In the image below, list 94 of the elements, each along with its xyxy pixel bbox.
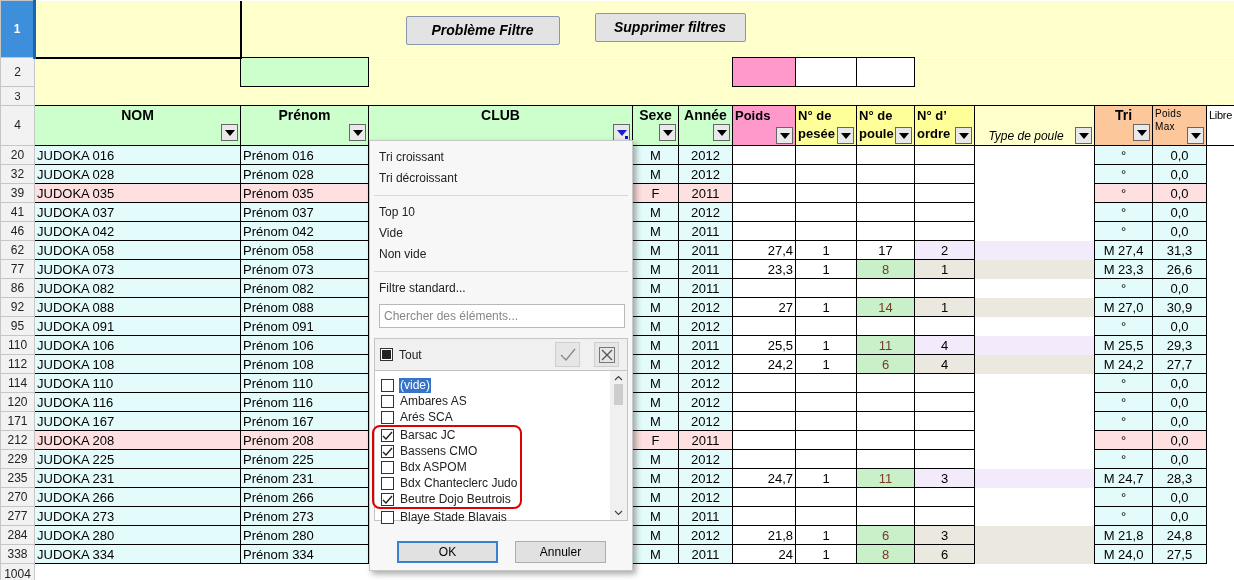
- chevron-down-icon[interactable]: [614, 510, 623, 516]
- checkbox[interactable]: [381, 378, 394, 392]
- caret-icon: [840, 132, 851, 139]
- caret-icon: [958, 132, 969, 139]
- table-cell: 1: [795, 468, 857, 488]
- dialog-button[interactable]: OK: [397, 541, 498, 563]
- menu-item[interactable]: Vide: [370, 223, 632, 244]
- checkbox[interactable]: [381, 492, 394, 506]
- column-header[interactable]: Année: [678, 105, 733, 146]
- table-cell: 27: [732, 297, 796, 317]
- column-header[interactable]: Libre: [1206, 105, 1234, 146]
- table-cell: 1: [795, 525, 857, 545]
- table-cell: 1: [795, 297, 857, 317]
- caret-icon: [779, 132, 790, 139]
- column-header[interactable]: Type de poule: [974, 105, 1095, 146]
- filter-value[interactable]: Barsac JC: [399, 427, 457, 443]
- filter-dropdown-button[interactable]: [1187, 127, 1204, 144]
- menu-item[interactable]: Tri décroissant: [370, 168, 632, 189]
- sheet-button[interactable]: Supprimer filtres: [594, 12, 746, 42]
- column-header[interactable]: N° de pesée: [795, 105, 857, 146]
- checkbox[interactable]: [380, 348, 393, 361]
- table-cell: 1: [795, 240, 857, 260]
- filter-value[interactable]: Bdx ASPOM: [399, 459, 468, 475]
- row-header[interactable]: 4: [0, 105, 35, 146]
- checkbox[interactable]: [381, 476, 394, 490]
- filter-dropdown-button[interactable]: [955, 127, 972, 144]
- table-cell: 25,5: [732, 335, 796, 355]
- checkbox[interactable]: [381, 428, 394, 442]
- checkbox[interactable]: [381, 394, 394, 408]
- input-cell[interactable]: [732, 57, 796, 87]
- checkbox[interactable]: [381, 460, 394, 474]
- menu-item[interactable]: Non vide: [370, 244, 632, 265]
- menu-item[interactable]: Tri croissant: [370, 147, 632, 168]
- check-icon: [559, 347, 576, 362]
- column-header[interactable]: N° de poule: [856, 105, 915, 146]
- column-header[interactable]: N° d’ ordre: [914, 105, 975, 146]
- caret-icon: [716, 129, 727, 136]
- checkbox[interactable]: [381, 510, 394, 524]
- selected-cell[interactable]: [34, 0, 241, 58]
- filter-value[interactable]: (vide): [399, 377, 431, 393]
- table-cell: 1: [795, 335, 857, 355]
- scrollbar[interactable]: [610, 371, 627, 520]
- caret-icon: [662, 129, 673, 136]
- column-header[interactable]: Poids: [732, 105, 796, 146]
- input-cell[interactable]: [856, 57, 915, 87]
- filter-dropdown-button[interactable]: [776, 127, 793, 144]
- menu-item[interactable]: Filtre standard...: [370, 278, 632, 299]
- filter-dropdown-button[interactable]: [221, 124, 238, 141]
- filter-value[interactable]: Arés SCA: [399, 409, 454, 425]
- column-header[interactable]: Poids Max: [1152, 105, 1207, 146]
- table-cell: 1: [795, 259, 857, 279]
- caret-icon: [898, 132, 909, 139]
- column-header[interactable]: Prénom: [240, 105, 369, 146]
- filter-value[interactable]: Bdx Chanteclerc Judo: [399, 475, 519, 491]
- column-header[interactable]: NOM: [34, 105, 241, 146]
- filter-dropdown-button[interactable]: [713, 124, 730, 141]
- table-cell: 23,3: [732, 259, 796, 279]
- caret-icon: [616, 129, 627, 136]
- sheet-button[interactable]: Problème Filtre: [405, 15, 560, 45]
- table-cell: 24,7: [732, 468, 796, 488]
- checkbox[interactable]: [381, 410, 394, 424]
- dialog-button[interactable]: Annuler: [515, 541, 606, 563]
- filter-value[interactable]: Bassens CMO: [399, 443, 479, 459]
- input-cell[interactable]: [240, 57, 369, 87]
- column-header[interactable]: Tri: [1094, 105, 1153, 146]
- table-cell: 27,4: [732, 240, 796, 260]
- table-cell: 24: [732, 544, 796, 564]
- input-cell[interactable]: [795, 57, 857, 87]
- caret-icon: [1078, 132, 1089, 139]
- table-cell: 21,8: [732, 525, 796, 545]
- caret-icon: [1190, 132, 1201, 139]
- scroll-thumb[interactable]: [614, 384, 623, 405]
- table-cell: 17: [856, 240, 915, 260]
- check-all-button[interactable]: [555, 342, 580, 367]
- filter-dropdown-button[interactable]: [1133, 124, 1150, 141]
- uncheck-all-button[interactable]: [594, 342, 619, 367]
- filter-dropdown-button[interactable]: [659, 124, 676, 141]
- filter-dropdown-button[interactable]: [837, 127, 854, 144]
- column-header[interactable]: Sexe: [632, 105, 679, 146]
- filter-dropdown-button[interactable]: [349, 124, 366, 141]
- table-cell: 1: [795, 544, 857, 564]
- caret-icon: [352, 129, 363, 136]
- chevron-up-icon[interactable]: [614, 375, 623, 381]
- table-cell: 24,2: [732, 354, 796, 374]
- caret-icon: [1136, 129, 1147, 136]
- menu-item[interactable]: Top 10: [370, 202, 632, 223]
- row-header[interactable]: 2: [0, 57, 35, 87]
- search-field[interactable]: Chercher des éléments...: [379, 304, 625, 328]
- checkbox[interactable]: [381, 444, 394, 458]
- caret-icon: [224, 129, 235, 136]
- filter-dropdown-button[interactable]: [1075, 127, 1092, 144]
- close-icon: [598, 346, 615, 363]
- filter-dropdown-button[interactable]: [895, 127, 912, 144]
- table-cell: 1: [795, 354, 857, 374]
